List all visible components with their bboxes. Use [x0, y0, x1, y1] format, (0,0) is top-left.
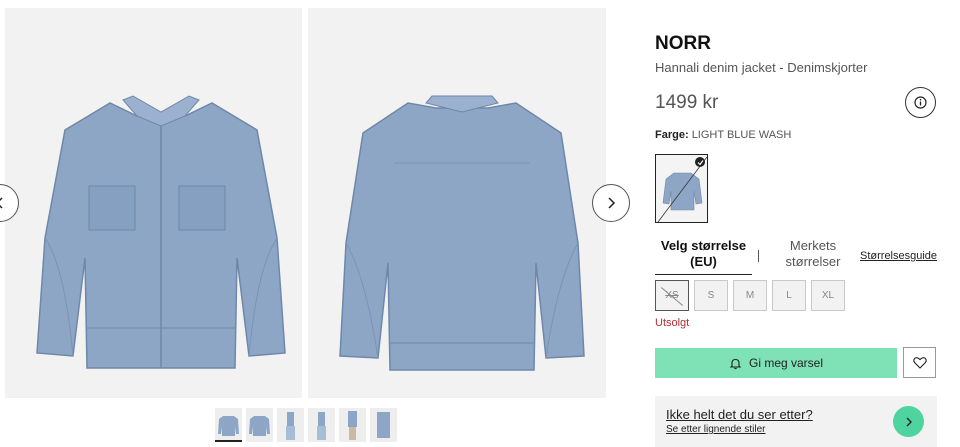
similar-styles-link[interactable]: Se etter lignende stiler [666, 424, 766, 435]
size-options: XS S M L XL [655, 280, 845, 311]
tab-brand-sizes[interactable]: Merkets størrelser [775, 238, 851, 270]
size-option-l[interactable]: L [772, 280, 806, 311]
thumbnail-strip [215, 408, 397, 442]
product-image-front[interactable] [5, 8, 302, 398]
add-to-wishlist-button[interactable] [903, 347, 936, 378]
thumbnail-2[interactable] [246, 408, 273, 442]
chevron-right-icon [906, 417, 912, 426]
size-option-s[interactable]: S [694, 280, 728, 311]
next-image-button[interactable] [592, 184, 630, 222]
thumbnail-4[interactable] [308, 408, 335, 442]
similar-styles-banner: Ikke helt det du ser etter? Se etter lig… [655, 396, 937, 447]
size-option-xs[interactable]: XS [655, 280, 689, 311]
heart-icon [912, 357, 927, 369]
color-label: Farge: [655, 129, 689, 141]
jacket-back-image [339, 95, 585, 371]
thumbnail-6[interactable] [370, 408, 397, 442]
similar-styles-title[interactable]: Ikke helt det du ser etter? [666, 407, 813, 422]
tab-divider [758, 250, 759, 262]
product-image-back[interactable] [308, 8, 606, 398]
tab-size-eu[interactable]: Velg størrelse (EU) [655, 238, 752, 275]
stock-status: Utsolgt [655, 317, 690, 329]
info-icon [914, 96, 927, 109]
notify-me-button[interactable]: Gi meg varsel [655, 348, 897, 378]
size-guide-link[interactable]: Størrelsesguide [860, 250, 937, 262]
price-info-button[interactable] [905, 87, 936, 118]
brand-name[interactable]: NORR [655, 33, 711, 55]
size-option-xl[interactable]: XL [811, 280, 845, 311]
jacket-front-image [36, 95, 286, 369]
product-info-panel: NORR Hannali denim jacket - Denimskjorte… [655, 0, 937, 447]
product-gallery [0, 0, 630, 447]
thumbnail-1[interactable] [215, 408, 242, 442]
chevron-left-icon [0, 197, 3, 209]
size-option-m[interactable]: M [733, 280, 767, 311]
check-icon [695, 157, 705, 167]
thumbnail-3[interactable] [277, 408, 304, 442]
color-value: LIGHT BLUE WASH [691, 129, 792, 141]
bell-icon [729, 358, 742, 369]
notify-me-label: Gi meg varsel [748, 356, 824, 370]
similar-styles-button[interactable] [893, 406, 924, 437]
color-swatch-light-blue-wash[interactable] [655, 154, 708, 223]
product-price: 1499 kr [655, 92, 719, 113]
chevron-right-icon [608, 197, 616, 209]
color-info: Farge: LIGHT BLUE WASH [655, 129, 791, 141]
product-name: Hannali denim jacket - Denimskjorter [655, 60, 868, 75]
thumbnail-5[interactable] [339, 408, 366, 442]
